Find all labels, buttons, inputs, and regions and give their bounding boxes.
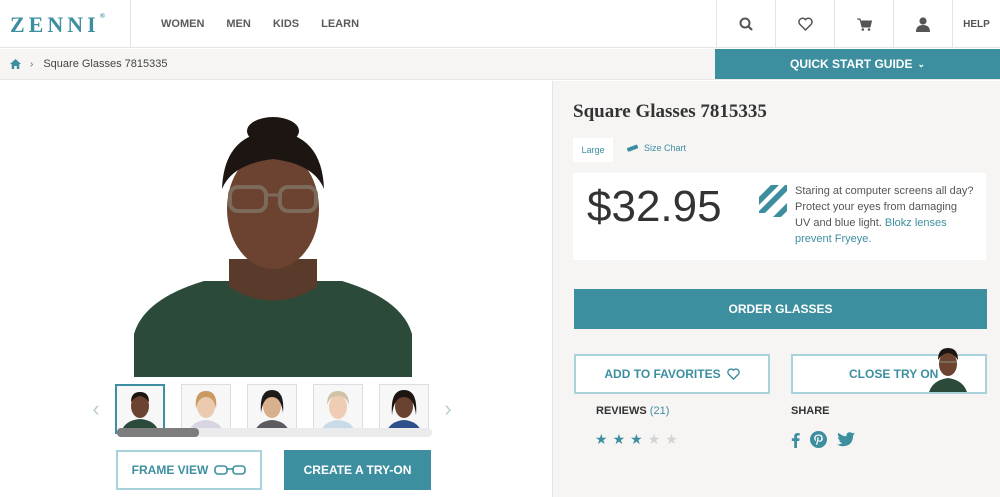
chevron-right-icon: › — [30, 58, 34, 70]
frame-view-button[interactable]: FRAME VIEW — [116, 450, 262, 490]
thumbnail[interactable] — [181, 384, 231, 434]
price-box: $32.95 Staring at computer screens all d… — [573, 173, 986, 260]
nav-item-men[interactable]: MEN — [226, 18, 250, 30]
help-link[interactable]: HELP — [952, 0, 1000, 48]
star-icon: ★ — [612, 431, 626, 447]
thumbnail-strip: ‹ › — [87, 384, 457, 434]
favorites-button[interactable] — [775, 0, 834, 48]
size-chart-label: Size Chart — [644, 143, 687, 153]
star-icon: ★ — [630, 431, 643, 447]
header-icons: HELP — [716, 0, 1000, 48]
nav-item-women[interactable]: WOMEN — [161, 18, 204, 30]
thumbnail-image — [380, 385, 428, 433]
cart-button[interactable] — [834, 0, 893, 48]
nav-item-kids[interactable]: KIDS — [273, 18, 299, 30]
nav-item-learn[interactable]: LEARN — [321, 18, 359, 30]
zenni-logo[interactable]: ZENNI® — [10, 12, 105, 38]
divider — [130, 0, 131, 48]
glasses-icon — [214, 465, 247, 475]
quick-start-guide-button[interactable]: QUICK START GUIDE ⌄ — [715, 49, 1000, 79]
reviews-title: REVIEWS — [596, 405, 647, 417]
star-icon: ★ — [595, 431, 608, 447]
thumbnail-image — [182, 385, 230, 433]
account-icon — [916, 16, 930, 32]
product-gallery: ‹ › FRAME VIEW CREATE A TRY-ON — [0, 81, 551, 497]
cart-icon — [856, 18, 872, 31]
account-button[interactable] — [893, 0, 952, 48]
star-icon: ★ — [665, 431, 678, 447]
try-on-avatar — [929, 348, 967, 392]
thumbnail-scrollbar[interactable] — [117, 428, 432, 437]
heart-icon — [797, 17, 813, 31]
pinterest-icon[interactable] — [810, 431, 827, 448]
size-tab-large[interactable]: Large — [573, 138, 613, 162]
frame-view-label: FRAME VIEW — [131, 463, 209, 477]
star-icon: ★ — [647, 431, 661, 447]
breadcrumb-current: Square Glasses 7815335 — [43, 58, 168, 70]
reviews-count[interactable]: (21) — [650, 405, 670, 417]
chevron-right-icon[interactable]: › — [439, 396, 457, 422]
twitter-icon[interactable] — [837, 432, 855, 447]
product-title: Square Glasses 7815335 — [573, 101, 767, 122]
add-to-favorites-button[interactable]: ADD TO FAVORITES — [574, 354, 770, 394]
chevron-left-icon[interactable]: ‹ — [87, 396, 105, 422]
star-rating: ★ ★ ★ ★ ★ — [595, 431, 683, 448]
home-icon[interactable] — [10, 59, 21, 69]
scrollbar-thumb[interactable] — [117, 428, 199, 437]
size-chart-link[interactable]: Size Chart — [627, 143, 686, 153]
share-label: SHARE — [791, 405, 830, 417]
thumbnail[interactable] — [115, 384, 165, 434]
order-glasses-button[interactable]: ORDER GLASSES — [574, 289, 987, 329]
product-details: Square Glasses 7815335 Large Size Chart … — [552, 81, 1000, 497]
breadcrumb-bar: › Square Glasses 7815335 QUICK START GUI… — [0, 49, 1000, 80]
main-nav: WOMEN MEN KIDS LEARN — [150, 0, 370, 48]
search-button[interactable] — [716, 0, 775, 48]
site-header: ZENNI® WOMEN MEN KIDS LEARN HELP — [0, 0, 1000, 48]
thumbnail[interactable] — [247, 384, 297, 434]
create-tryon-button[interactable]: CREATE A TRY-ON — [284, 450, 431, 490]
thumbnail-image — [248, 385, 296, 433]
add-to-favorites-label: ADD TO FAVORITES — [604, 367, 721, 381]
chevron-down-icon: ⌄ — [917, 58, 925, 69]
thumbnail[interactable] — [313, 384, 363, 434]
promo-text: Staring at computer screens all day? Pro… — [795, 183, 975, 247]
heart-icon — [726, 368, 740, 380]
blokz-icon — [759, 185, 787, 217]
quick-start-label: QUICK START GUIDE — [790, 57, 913, 71]
breadcrumb: › Square Glasses 7815335 — [10, 58, 168, 70]
thumbnail[interactable] — [379, 384, 429, 434]
try-on-photo — [134, 109, 412, 377]
search-icon — [739, 17, 753, 31]
reviews-label[interactable]: REVIEWS (21) — [596, 405, 669, 417]
product-price: $32.95 — [587, 182, 722, 231]
social-share — [791, 431, 865, 448]
facebook-icon[interactable] — [791, 432, 800, 448]
ruler-icon — [627, 144, 639, 152]
thumbnail-image — [314, 385, 362, 433]
thumbnail-image — [117, 386, 163, 432]
